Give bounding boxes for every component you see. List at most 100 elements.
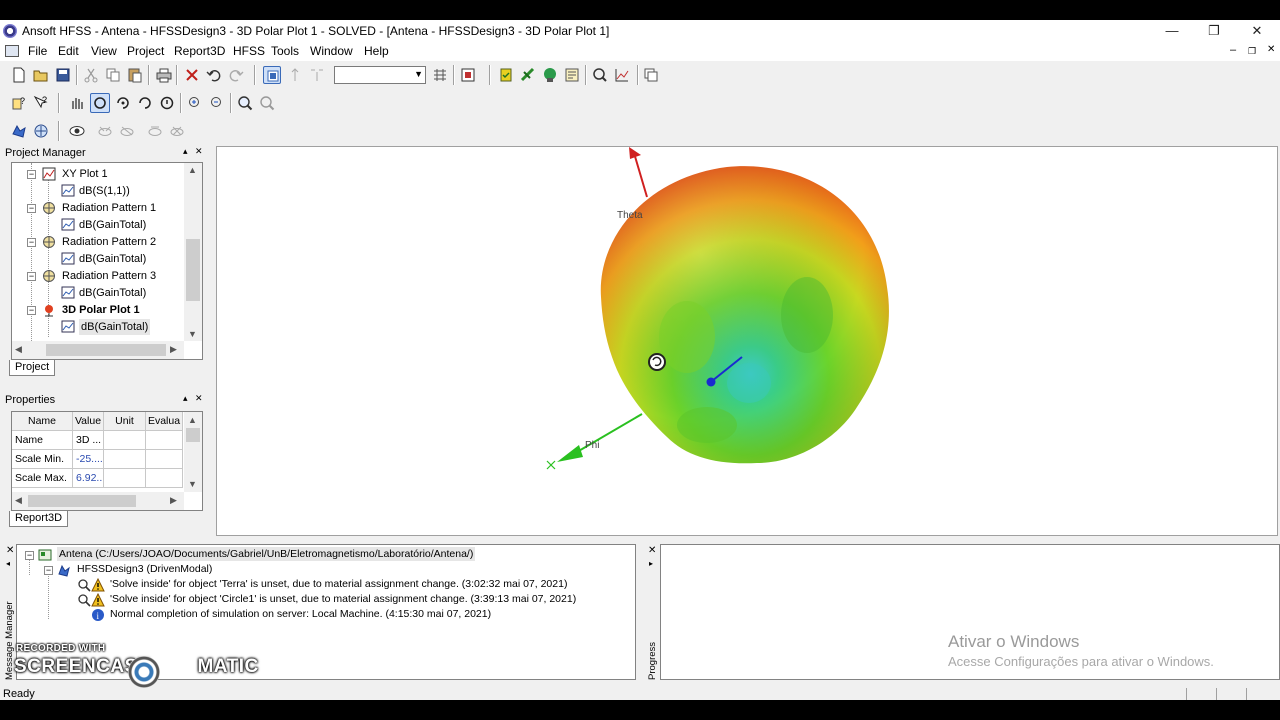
results-icon[interactable] [563, 66, 581, 84]
rotate-screen-icon[interactable] [158, 94, 176, 112]
help-about-icon[interactable]: ? [10, 94, 28, 112]
insert-circuit-design-icon[interactable] [32, 122, 50, 140]
measure-icon[interactable] [431, 66, 449, 84]
scroll-thumb[interactable] [186, 239, 200, 301]
pin-icon[interactable]: ◂ [6, 559, 10, 568]
tree-item-trace-gain-2[interactable]: dB(GainTotal) [79, 251, 146, 267]
delete-icon[interactable] [183, 66, 201, 84]
message-info-1[interactable]: Normal completion of simulation on serve… [110, 607, 491, 621]
eye-visibility-icon[interactable] [68, 122, 86, 140]
open-icon[interactable] [32, 66, 50, 84]
collapse-toggle[interactable]: − [25, 551, 34, 560]
message-design[interactable]: HFSSDesign3 (DrivenModal) [77, 562, 212, 576]
show-selected-icon[interactable] [96, 122, 114, 140]
property-value-cell[interactable]: -25.... [73, 450, 104, 469]
xy-report-icon[interactable] [613, 66, 631, 84]
redo-icon[interactable] [227, 66, 245, 84]
collapse-toggle[interactable]: − [27, 272, 36, 281]
hide-selected-icon[interactable] [118, 122, 136, 140]
menu-project[interactable]: Project [127, 44, 164, 58]
close-panel-icon[interactable]: ✕ [195, 393, 203, 404]
scroll-right-icon[interactable]: ▶ [170, 495, 177, 506]
restore-button[interactable]: ❐ [1199, 22, 1229, 40]
pin-icon[interactable]: ▴ [183, 146, 188, 157]
undo-icon[interactable] [205, 66, 223, 84]
print-icon[interactable] [155, 66, 173, 84]
copy-icon[interactable] [104, 66, 122, 84]
polar-plot-canvas[interactable] [217, 147, 1277, 535]
rotate-around-axis-icon[interactable] [136, 94, 154, 112]
grid-vertical-scrollbar[interactable]: ▲ ▼ [184, 412, 202, 492]
message-warning-2[interactable]: 'Solve inside' for object 'Circle1' is u… [110, 592, 576, 606]
tree-item-trace-gain-3[interactable]: dB(GainTotal) [79, 285, 146, 301]
zoom-out-icon[interactable] [208, 94, 226, 112]
document-icon[interactable] [5, 45, 19, 57]
scroll-left-icon[interactable]: ◀ [15, 344, 22, 355]
tree-item-trace-gain-polar[interactable]: dB(GainTotal) [79, 319, 151, 335]
scroll-down-icon[interactable]: ▼ [188, 329, 197, 339]
tree-item-3d-polar-plot-1[interactable]: 3D Polar Plot 1 [62, 302, 140, 318]
zoom-fit-icon[interactable] [258, 94, 276, 112]
move-up-icon[interactable] [286, 66, 304, 84]
menu-help[interactable]: Help [364, 44, 389, 58]
close-panel-icon[interactable]: ✕ [195, 146, 203, 157]
new-icon[interactable] [10, 66, 28, 84]
report-icon[interactable] [459, 66, 477, 84]
cut-icon[interactable] [82, 66, 100, 84]
analyze-all-icon[interactable] [541, 66, 559, 84]
menu-tools[interactable]: Tools [271, 44, 299, 58]
field-overlay-icon[interactable] [591, 66, 609, 84]
menu-edit[interactable]: Edit [58, 44, 79, 58]
view-combo[interactable]: ▼ [334, 66, 426, 84]
pin-icon[interactable]: ▸ [649, 559, 653, 568]
tree-item-radiation-pattern-2[interactable]: Radiation Pattern 2 [62, 234, 156, 250]
tree-item-trace-gain-1[interactable]: dB(GainTotal) [79, 217, 146, 233]
rotate-around-center-icon[interactable] [114, 94, 132, 112]
rotate-active-icon[interactable] [90, 93, 110, 113]
save-icon[interactable] [54, 66, 72, 84]
tree-item-xy-plot-1[interactable]: XY Plot 1 [62, 166, 108, 182]
zoom-icon[interactable] [236, 94, 254, 112]
child-minimize-button[interactable]: – [1230, 44, 1236, 56]
collapse-toggle[interactable]: − [44, 566, 53, 575]
tree-item-radiation-pattern-1[interactable]: Radiation Pattern 1 [62, 200, 156, 216]
tab-project[interactable]: Project [9, 360, 56, 376]
collapse-toggle[interactable]: − [27, 204, 36, 213]
pin-icon[interactable]: ▴ [183, 393, 188, 404]
tab-report3d[interactable]: Report3D [9, 511, 69, 527]
tree-item-trace-s11[interactable]: dB(S(1,1)) [79, 183, 130, 199]
minimize-button[interactable]: — [1157, 22, 1187, 40]
close-button[interactable]: ✕ [1242, 22, 1272, 40]
close-panel-icon[interactable]: ✕ [648, 545, 656, 556]
scroll-down-icon[interactable]: ▼ [188, 479, 197, 489]
property-value-cell[interactable]: 6.92... [73, 469, 104, 488]
collapse-toggle[interactable]: − [27, 306, 36, 315]
validate-icon[interactable] [497, 66, 515, 84]
tree-vertical-scrollbar[interactable]: ▲ ▼ [184, 163, 202, 341]
select-faces-icon[interactable] [308, 66, 326, 84]
show-all-icon[interactable] [146, 122, 164, 140]
message-warning-1[interactable]: 'Solve inside' for object 'Terra' is uns… [110, 577, 567, 591]
menu-view[interactable]: View [91, 44, 117, 58]
scroll-thumb[interactable] [186, 428, 200, 442]
message-project[interactable]: Antena (C:/Users/JOAO/Documents/Gabriel/… [57, 547, 476, 561]
insert-hfss-design-icon[interactable] [10, 122, 28, 140]
child-restore-button[interactable]: ❐ [1248, 46, 1256, 57]
scroll-up-icon[interactable]: ▲ [188, 415, 197, 425]
scroll-up-icon[interactable]: ▲ [188, 165, 197, 175]
windows-cascade-icon[interactable] [642, 66, 660, 84]
menu-report3d[interactable]: Report3D [174, 44, 225, 58]
collapse-toggle[interactable]: − [27, 170, 36, 179]
context-help-icon[interactable]: ? [32, 94, 50, 112]
property-value-cell[interactable]: 3D ... [73, 431, 104, 450]
paste-icon[interactable] [126, 66, 144, 84]
hide-all-icon[interactable] [168, 122, 186, 140]
tree-horizontal-scrollbar[interactable]: ◀ ▶ [12, 341, 184, 359]
menu-window[interactable]: Window [310, 44, 353, 58]
tree-item-radiation-pattern-3[interactable]: Radiation Pattern 3 [62, 268, 156, 284]
analyze-icon[interactable] [519, 66, 537, 84]
grid-horizontal-scrollbar[interactable]: ◀ ▶ [12, 492, 184, 510]
collapse-toggle[interactable]: − [27, 238, 36, 247]
pan-hand-icon[interactable] [68, 94, 86, 112]
close-panel-icon[interactable]: ✕ [6, 545, 14, 556]
